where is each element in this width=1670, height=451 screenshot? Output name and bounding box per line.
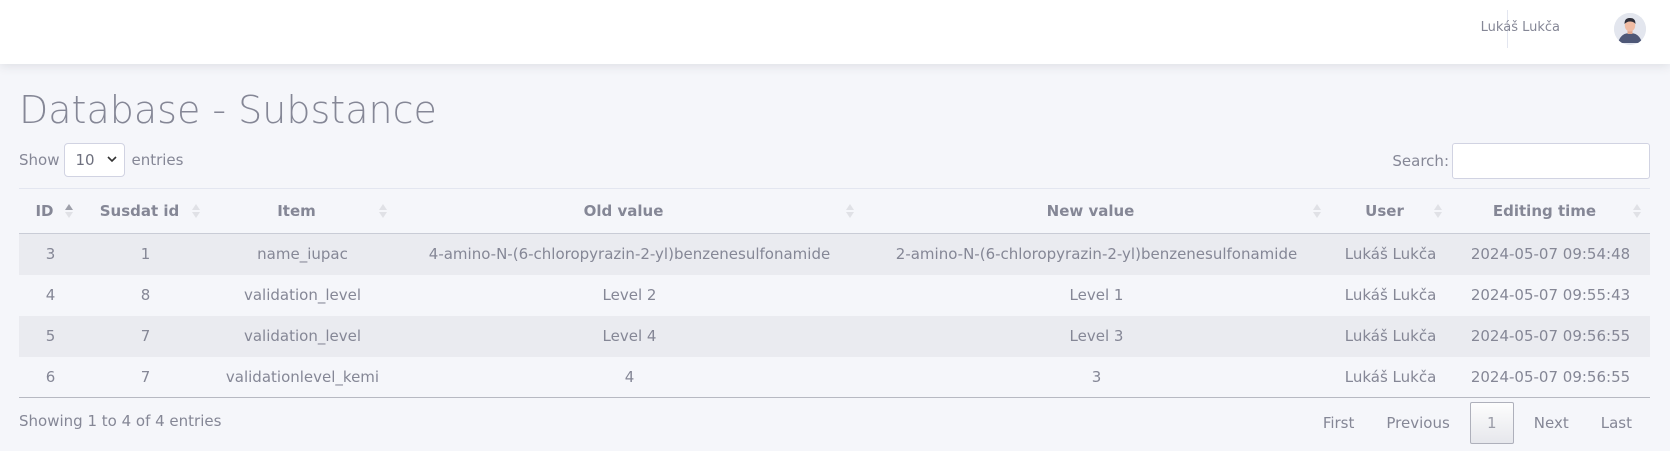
column-header-user[interactable]: User [1330, 189, 1451, 234]
user-name[interactable]: Lukáš Lukča [1481, 20, 1560, 35]
column-header-susdat-id[interactable]: Susdat id [82, 189, 209, 234]
column-header-old-value[interactable]: Old value [396, 189, 863, 234]
cell-id: 4 [45, 286, 56, 304]
cell-new-value: Level 1 [1069, 286, 1124, 304]
sort-icon [379, 204, 387, 218]
table-row: 6 7 validationlevel_kemi 4 3 Lukáš Lukča… [19, 356, 1650, 398]
page-title: Database - Substance [19, 88, 437, 132]
entries-label: entries [131, 151, 184, 169]
column-header-item[interactable]: Item [209, 189, 396, 234]
cell-item: name_iupac [257, 245, 348, 264]
entries-length-control: Show 10 entries [19, 143, 183, 177]
changes-table: ID Susdat id Item Old value New value Us… [19, 188, 1650, 398]
next-page-button[interactable]: Next [1518, 414, 1585, 432]
show-label: Show [19, 151, 60, 169]
cell-editing-time: 2024-05-07 09:55:43 [1470, 286, 1631, 304]
cell-user: Lukáš Lukča [1344, 327, 1437, 345]
search-control: Search: [1392, 143, 1650, 179]
column-header-new-value[interactable]: New value [863, 189, 1330, 234]
cell-new-value: 3 [1091, 367, 1102, 386]
last-page-button[interactable]: Last [1585, 414, 1648, 432]
top-navbar: Lukáš Lukča [0, 0, 1670, 64]
table-info: Showing 1 to 4 of 4 entries [19, 412, 222, 430]
cell-old-value: 4 [624, 367, 635, 386]
cell-id: 3 [45, 245, 56, 264]
sort-icon [846, 204, 854, 218]
cell-user: Lukáš Lukča [1344, 245, 1437, 264]
search-input[interactable] [1452, 143, 1650, 179]
user-avatar-icon[interactable] [1614, 13, 1646, 45]
cell-old-value: Level 2 [602, 286, 657, 304]
previous-page-button[interactable]: Previous [1370, 414, 1465, 432]
chevron-down-icon [107, 156, 118, 163]
table-header-row: ID Susdat id Item Old value New value Us… [19, 188, 1650, 234]
cell-susdat-id: 7 [140, 367, 151, 386]
cell-item: validationlevel_kemi [225, 367, 380, 386]
cell-editing-time: 2024-05-07 09:56:55 [1470, 367, 1631, 386]
pagination: First Previous 1 Next Last [1307, 402, 1648, 444]
cell-editing-time: 2024-05-07 09:56:55 [1470, 327, 1631, 345]
column-header-editing-time[interactable]: Editing time [1451, 189, 1650, 234]
sort-icon [1313, 204, 1321, 218]
cell-item: validation_level [243, 327, 362, 345]
cell-old-value: 4-amino-N-(6-chloropyrazin-2-yl)benzenes… [428, 245, 831, 264]
cell-new-value: 2-amino-N-(6-chloropyrazin-2-yl)benzenes… [895, 245, 1298, 264]
sort-icon [1434, 204, 1442, 218]
cell-id: 6 [45, 367, 56, 386]
cell-new-value: Level 3 [1069, 327, 1124, 345]
cell-old-value: Level 4 [602, 327, 657, 345]
entries-per-page-select[interactable]: 10 [64, 143, 126, 177]
sort-ascending-icon [65, 204, 73, 218]
table-row: 3 1 name_iupac 4-amino-N-(6-chloropyrazi… [19, 233, 1650, 275]
cell-id: 5 [45, 327, 56, 345]
cell-item: validation_level [243, 286, 362, 304]
sort-icon [192, 204, 200, 218]
column-header-id[interactable]: ID [19, 189, 82, 234]
sort-icon [1633, 204, 1641, 218]
cell-user: Lukáš Lukča [1344, 367, 1437, 386]
entries-per-page-value: 10 [75, 151, 95, 169]
cell-user: Lukáš Lukča [1344, 286, 1437, 304]
cell-susdat-id: 8 [140, 286, 151, 304]
cell-editing-time: 2024-05-07 09:54:48 [1470, 245, 1631, 264]
current-page-button[interactable]: 1 [1469, 402, 1514, 444]
cell-susdat-id: 7 [140, 327, 151, 345]
table-row: 5 7 validation_level Level 4 Level 3 Luk… [19, 315, 1650, 357]
cell-susdat-id: 1 [140, 245, 151, 264]
first-page-button[interactable]: First [1307, 414, 1371, 432]
search-label: Search: [1392, 152, 1449, 170]
table-row: 4 8 validation_level Level 2 Level 1 Luk… [19, 274, 1650, 316]
